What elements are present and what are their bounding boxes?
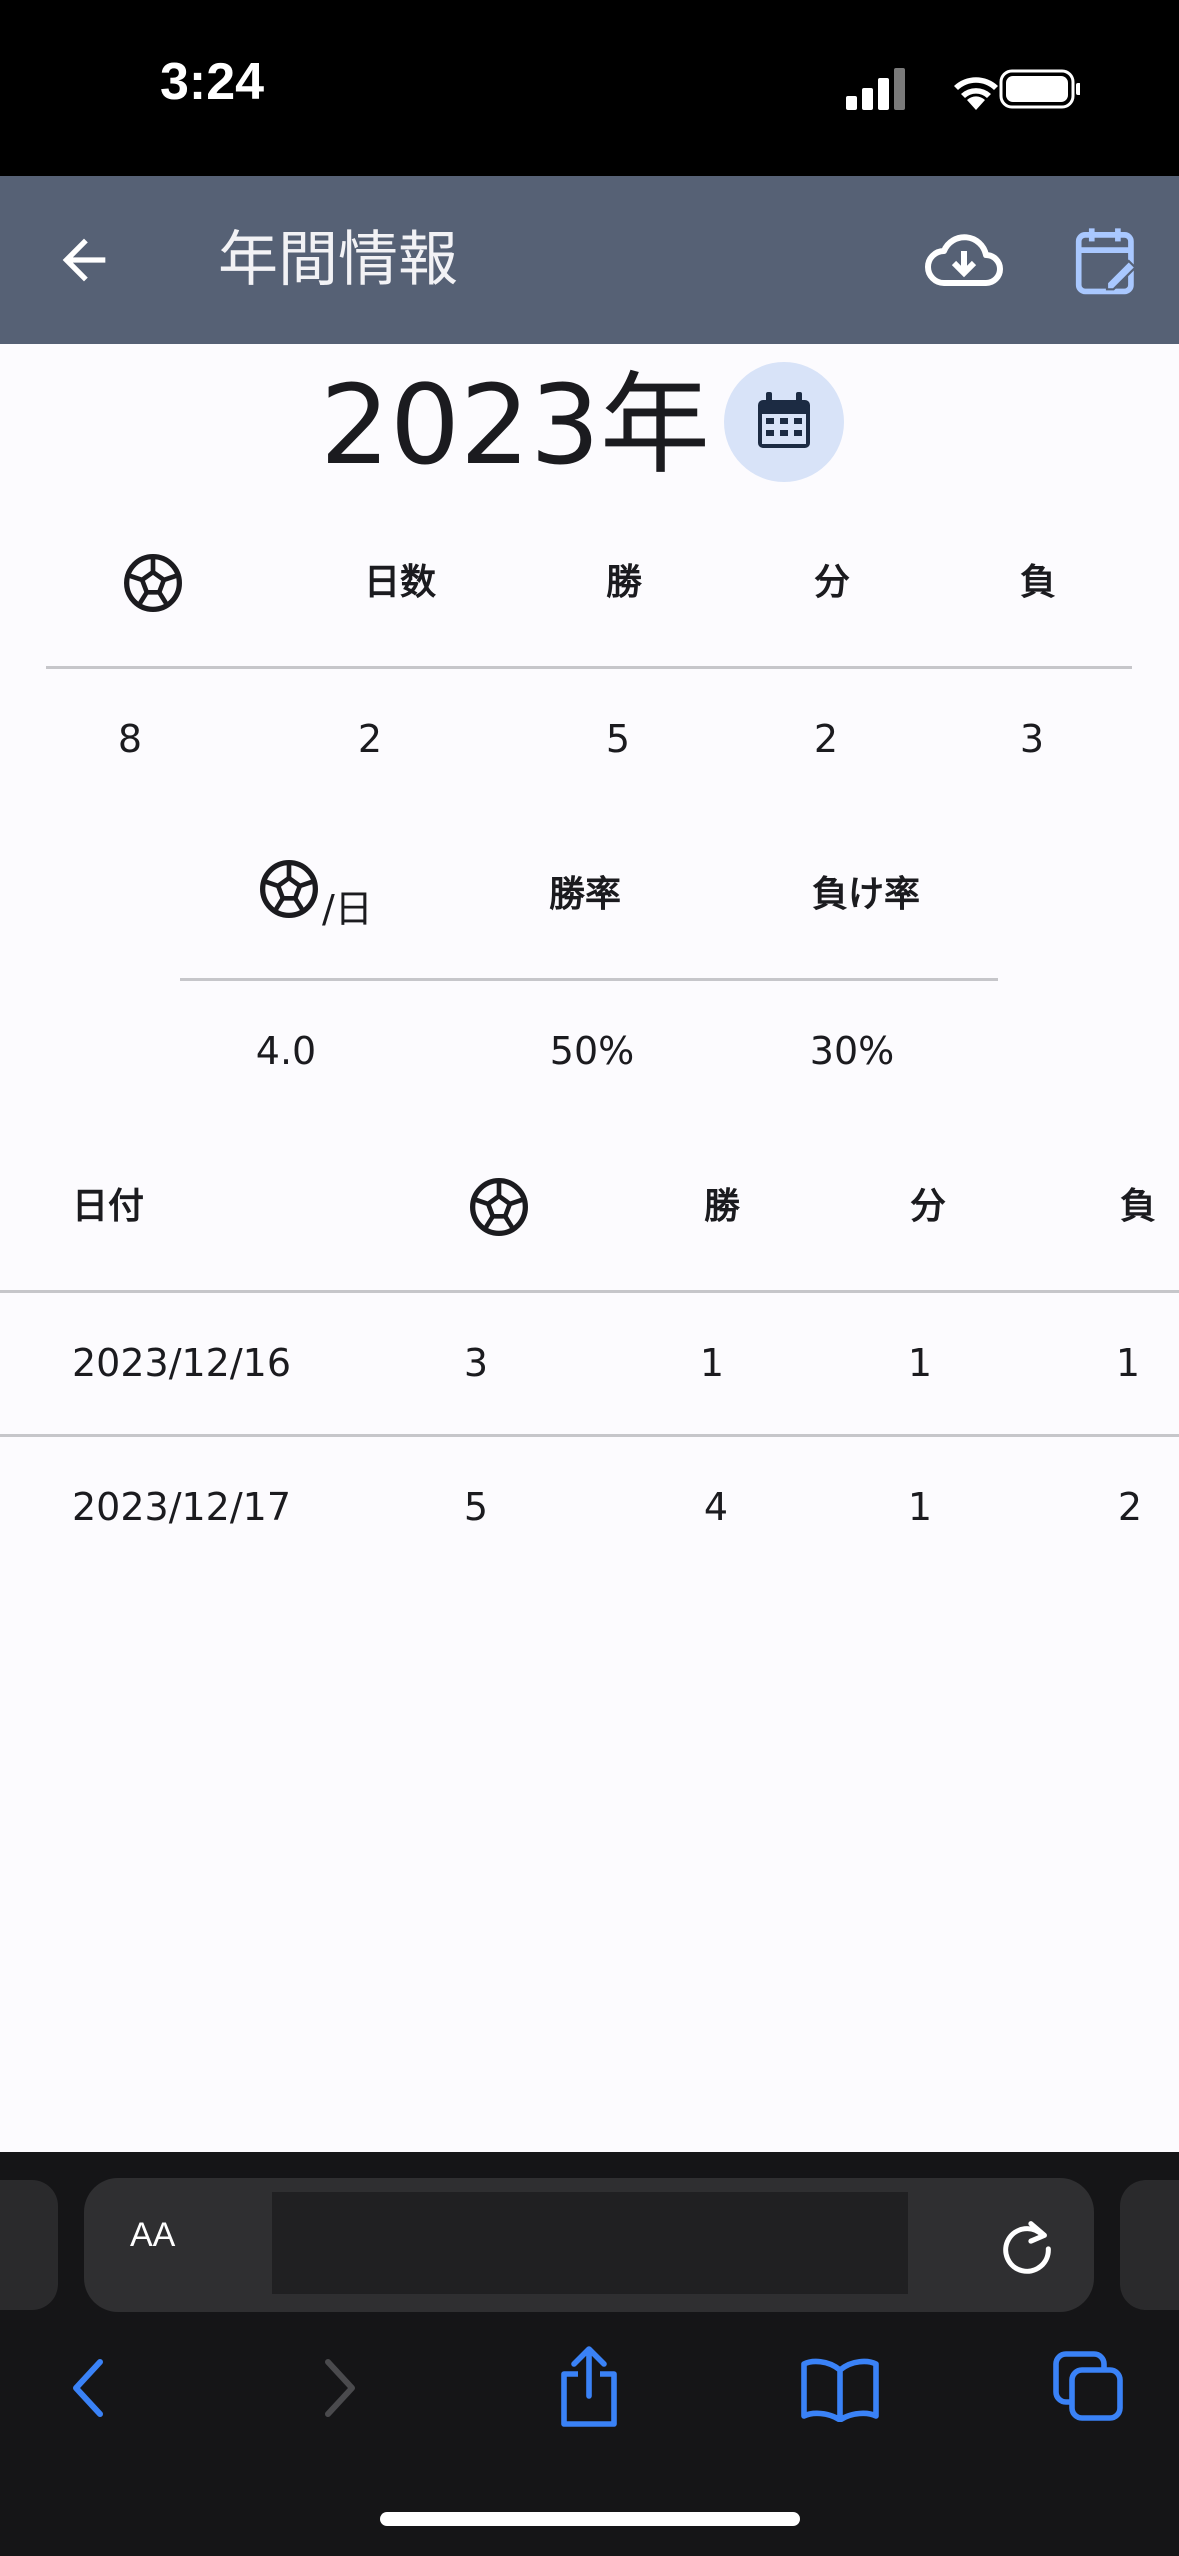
reload-icon[interactable]	[996, 2214, 1058, 2276]
row-wins: 1	[699, 1341, 725, 1385]
soccer-ball-icon	[124, 554, 182, 612]
next-tab-preview[interactable]	[1120, 2180, 1179, 2310]
goals-per-day: 4.0	[255, 1029, 317, 1073]
header-draws: 分	[909, 1186, 946, 1227]
year-title: 2023年	[320, 361, 710, 489]
row-goals: 3	[463, 1341, 489, 1385]
row-date: 2023/12/16	[72, 1341, 292, 1385]
divider	[0, 1434, 1179, 1437]
win-rate: 50%	[549, 1029, 635, 1073]
calendar-icon	[758, 392, 810, 448]
edit-calendar-icon[interactable]	[1074, 224, 1140, 298]
divider	[46, 666, 1132, 669]
aa-label: AA	[130, 2216, 176, 2254]
back-arrow-icon[interactable]	[52, 228, 116, 292]
text-size-button[interactable]: AA	[130, 2216, 175, 2255]
status-icons	[846, 68, 1080, 110]
forward-chevron-icon	[325, 2359, 355, 2417]
page-title: 年間情報	[218, 225, 458, 295]
header-wins: 勝	[605, 562, 642, 603]
header-days: 日数	[363, 562, 436, 603]
row-draws: 1	[907, 1341, 933, 1385]
soccer-ball-icon	[470, 1178, 528, 1236]
header-losses: 負	[1019, 562, 1056, 603]
header-win-rate: 勝率	[548, 874, 621, 915]
url-field[interactable]	[272, 2192, 908, 2294]
share-icon[interactable]	[556, 2344, 622, 2428]
header-wins: 勝	[703, 1186, 740, 1227]
calendar-button[interactable]	[724, 362, 844, 482]
per-day-unit: /日	[322, 887, 373, 931]
wifi-icon	[954, 77, 998, 110]
row-goals: 5	[463, 1485, 489, 1529]
table-row[interactable]: 2023/12/16 3 1 1 1	[0, 1294, 1179, 1434]
home-indicator	[380, 2512, 800, 2526]
divider	[0, 1290, 1179, 1293]
table-row[interactable]: 2023/12/17 5 4 1 2	[0, 1438, 1179, 1578]
summary-days: 2	[357, 717, 383, 761]
summary-losses: 3	[1019, 717, 1045, 761]
status-time: 3:24	[160, 53, 265, 111]
divider	[180, 978, 998, 981]
summary-goals: 8	[117, 717, 143, 761]
header-loss-rate: 負け率	[811, 874, 920, 915]
row-losses: 2	[1117, 1485, 1143, 1529]
cloud-download-icon[interactable]	[924, 226, 1004, 296]
row-draws: 1	[907, 1485, 933, 1529]
header-draws: 分	[813, 562, 850, 603]
header-losses: 負	[1119, 1186, 1156, 1227]
row-wins: 4	[703, 1485, 729, 1529]
bookmarks-icon[interactable]	[800, 2354, 880, 2422]
battery-icon	[999, 69, 1080, 109]
header-date: 日付	[72, 1186, 145, 1227]
soccer-ball-icon	[260, 860, 318, 918]
row-losses: 1	[1115, 1341, 1141, 1385]
loss-rate: 30%	[809, 1029, 895, 1073]
summary-wins: 5	[605, 717, 631, 761]
back-chevron-icon[interactable]	[64, 2356, 112, 2420]
summary-draws: 2	[813, 717, 839, 761]
previous-tab-preview[interactable]	[0, 2180, 58, 2310]
cellular-signal-icon	[846, 68, 905, 110]
tabs-icon[interactable]	[1052, 2350, 1124, 2422]
row-date: 2023/12/17	[72, 1485, 292, 1529]
